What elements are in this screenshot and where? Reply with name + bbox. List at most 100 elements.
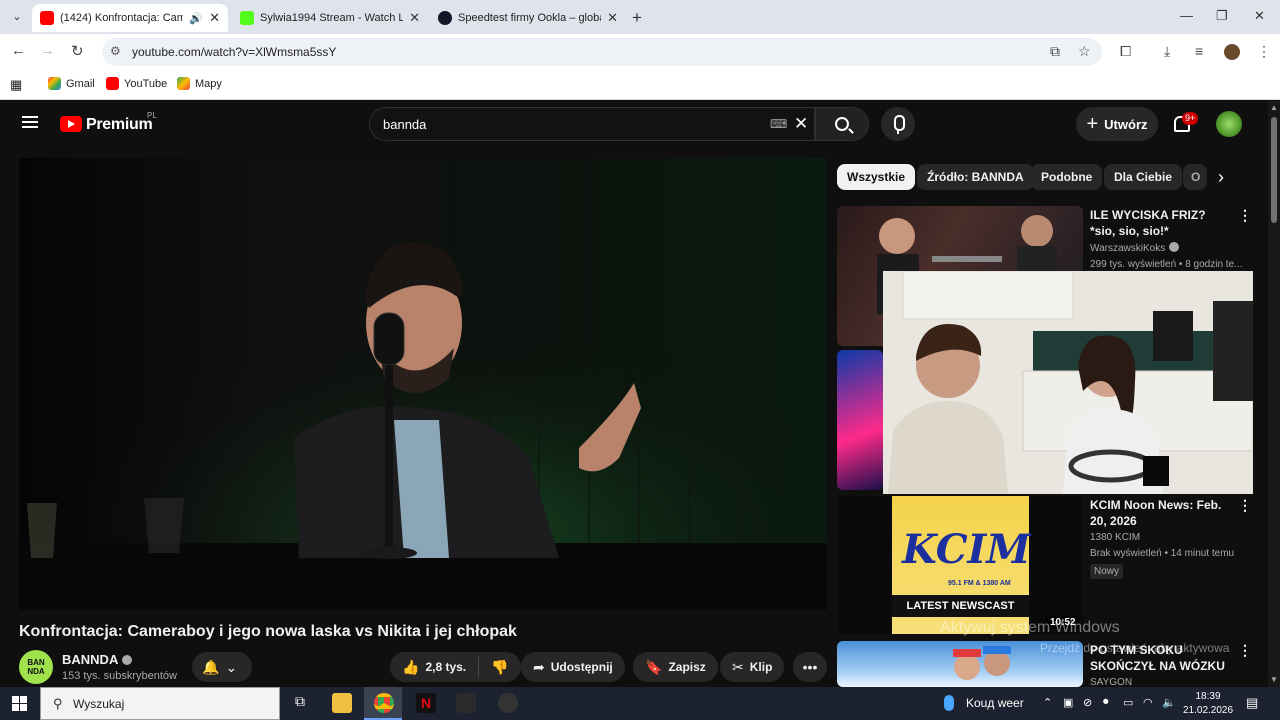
video-player[interactable] (19, 158, 827, 610)
voice-search-icon[interactable] (881, 107, 915, 141)
tray-app-icon[interactable]: ▣ (1063, 696, 1073, 709)
extensions-icon[interactable]: ⧠ (1120, 43, 1131, 60)
dislike-icon[interactable]: 👎 (491, 659, 508, 676)
apps-grid-icon[interactable]: ▦ (10, 77, 22, 93)
more-actions-button[interactable]: ••• (793, 652, 827, 682)
recommendation-channel-text[interactable]: WarszawskiKoks (1090, 243, 1165, 254)
tab-youtube[interactable]: (1424) Konfrontacja: Camer 🔊 ✕ (32, 4, 228, 32)
youtube-logo-icon[interactable] (60, 116, 82, 132)
more-horizontal-icon: ••• (802, 659, 818, 675)
notification-center-icon[interactable]: ▤ (1246, 695, 1258, 711)
save-button[interactable]: 🔖 Zapisz (633, 652, 718, 682)
recommendation-title[interactable]: ILE WYCISKA FRIZ? *sio, sio, sio!* (1090, 207, 1230, 239)
bookmark-maps[interactable]: Mapy (177, 77, 222, 90)
url-text[interactable]: youtube.com/watch?v=XlWmsma5ssY (132, 45, 336, 59)
scroll-up-icon[interactable]: ▲ (1270, 103, 1278, 112)
search-query[interactable]: bannda (383, 117, 426, 132)
share-button[interactable]: ➦ Udostępnij (521, 652, 625, 682)
recommendation-channel[interactable]: WarszawskiKoks (1090, 242, 1180, 254)
search-button[interactable] (815, 107, 869, 141)
minimize-icon[interactable]: — (1180, 8, 1193, 23)
video-thumbnail[interactable]: KCIM 95.1 FM & 1380 AM LATEST NEWSCAST (837, 496, 1083, 634)
bookmark-youtube[interactable]: YouTube (106, 77, 167, 90)
taskbar-clock[interactable]: 18:39 21.02.2026 (1183, 690, 1233, 718)
recommendation-title[interactable]: KCIM Noon News: Feb. 20, 2026 (1090, 497, 1230, 529)
clip-button[interactable]: ✂ Klip (720, 652, 785, 682)
chip-for-you[interactable]: Dla Ciebie (1104, 164, 1183, 190)
address-bar[interactable]: ⚙ youtube.com/watch?v=XlWmsma5ssY (102, 38, 1102, 66)
battery-icon[interactable]: ▭ (1123, 696, 1133, 709)
more-vertical-icon[interactable]: ⋮ (1238, 642, 1252, 659)
microphone-icon[interactable]: ⏺ (1103, 696, 1109, 709)
scissors-icon: ✂ (732, 658, 744, 675)
video-thumbnail[interactable] (837, 350, 883, 490)
recommendation-channel[interactable]: 1380 KCIM (1090, 532, 1140, 543)
media-controls-icon[interactable]: ≡ (1195, 43, 1203, 59)
more-vertical-icon[interactable]: ⋮ (1238, 497, 1252, 514)
close-window-icon[interactable]: ✕ (1254, 8, 1265, 24)
chrome-menu-icon[interactable]: ⋮ (1257, 43, 1271, 60)
create-button[interactable]: + Utwórz (1076, 107, 1158, 141)
chevron-right-icon[interactable]: › (1218, 167, 1224, 188)
like-icon[interactable]: 👍 (402, 659, 419, 676)
bookmark-star-icon[interactable]: ☆ (1078, 43, 1091, 60)
wifi-icon[interactable]: ◠ (1143, 696, 1153, 709)
channel-name-text[interactable]: BANNDA (62, 652, 118, 667)
guide-menu-icon[interactable] (22, 116, 38, 128)
back-icon[interactable]: ← (11, 42, 26, 59)
tray-chevron-icon[interactable]: ⌃ (1043, 696, 1052, 709)
like-count[interactable]: 2,8 tys. (425, 660, 466, 674)
search-input[interactable]: bannda ⌨ ✕ (369, 107, 815, 141)
volume-icon[interactable]: 🔈 (1162, 696, 1176, 709)
picture-in-picture-window[interactable] (883, 271, 1253, 494)
tab-close-icon[interactable]: ✕ (409, 10, 420, 26)
audio-playing-icon[interactable]: 🔊 (189, 12, 203, 25)
chip-from-bannda[interactable]: Źródło: BANNDA (917, 164, 1034, 190)
chrome-icon[interactable] (374, 693, 394, 713)
taskbar-search-placeholder: Wyszukaj (73, 697, 125, 711)
chip-related[interactable]: Podobne (1031, 164, 1103, 190)
chip-more[interactable]: O (1183, 164, 1207, 190)
subscription-bell-button[interactable]: 🔔 ⌄ (192, 652, 252, 682)
subscriber-count: 153 tys. subskrybentów (62, 670, 177, 682)
tab-speedtest[interactable]: Speedtest firmy Ookla – global ✕ (430, 4, 626, 32)
youtube-brand[interactable]: Premium (86, 116, 153, 134)
taskbar-search-input[interactable]: ⚲ Wyszukaj (40, 687, 280, 720)
new-tab-icon[interactable]: + (632, 8, 642, 28)
netflix-icon[interactable]: N (416, 693, 436, 713)
channel-avatar[interactable]: BAN NDA (19, 650, 53, 684)
youtube-icon (106, 77, 119, 90)
scrollbar-thumb[interactable] (1271, 117, 1277, 223)
file-explorer-icon[interactable] (332, 693, 352, 713)
chip-all[interactable]: Wszystkie (837, 164, 916, 190)
task-view-icon[interactable]: ⧉ (290, 693, 310, 713)
page-scrollbar[interactable]: ▲ ▼ (1268, 101, 1280, 687)
clock-time: 18:39 (1195, 691, 1221, 702)
bookmark-icon: 🔖 (645, 658, 663, 675)
windows-start-icon[interactable] (12, 696, 27, 711)
channel-name[interactable]: BANNDA (62, 652, 133, 667)
clear-search-icon[interactable]: ✕ (794, 114, 808, 134)
tab-kick[interactable]: Sylwia1994 Stream - Watch Live ✕ (232, 4, 428, 32)
account-avatar[interactable] (1216, 111, 1242, 137)
install-app-icon[interactable]: ⧉ (1050, 43, 1060, 60)
site-info-icon[interactable]: ⚙ (110, 44, 121, 58)
keyboard-icon[interactable]: ⌨ (770, 117, 787, 131)
profile-avatar[interactable] (1224, 44, 1240, 60)
reload-icon[interactable]: ↻ (71, 42, 84, 60)
app-icon[interactable] (498, 693, 518, 713)
tab-close-icon[interactable]: ✕ (607, 10, 618, 26)
tab-close-icon[interactable]: ✕ (209, 10, 220, 26)
obs-icon[interactable] (456, 693, 476, 713)
tray-app-icon[interactable]: ⊘ (1083, 696, 1092, 709)
maps-icon (177, 77, 190, 90)
bookmark-gmail[interactable]: Gmail (48, 77, 95, 90)
downloads-icon[interactable]: ⤓ (1164, 43, 1170, 60)
more-vertical-icon[interactable]: ⋮ (1238, 207, 1252, 224)
weather-icon[interactable] (944, 695, 954, 711)
maximize-icon[interactable]: ❐ (1216, 8, 1228, 24)
weather-text[interactable]: Kouд weer (966, 696, 1024, 710)
scroll-down-icon[interactable]: ▼ (1270, 675, 1278, 684)
tab-search-icon[interactable]: ⌄ (8, 8, 26, 26)
forward-icon[interactable]: → (40, 42, 55, 59)
